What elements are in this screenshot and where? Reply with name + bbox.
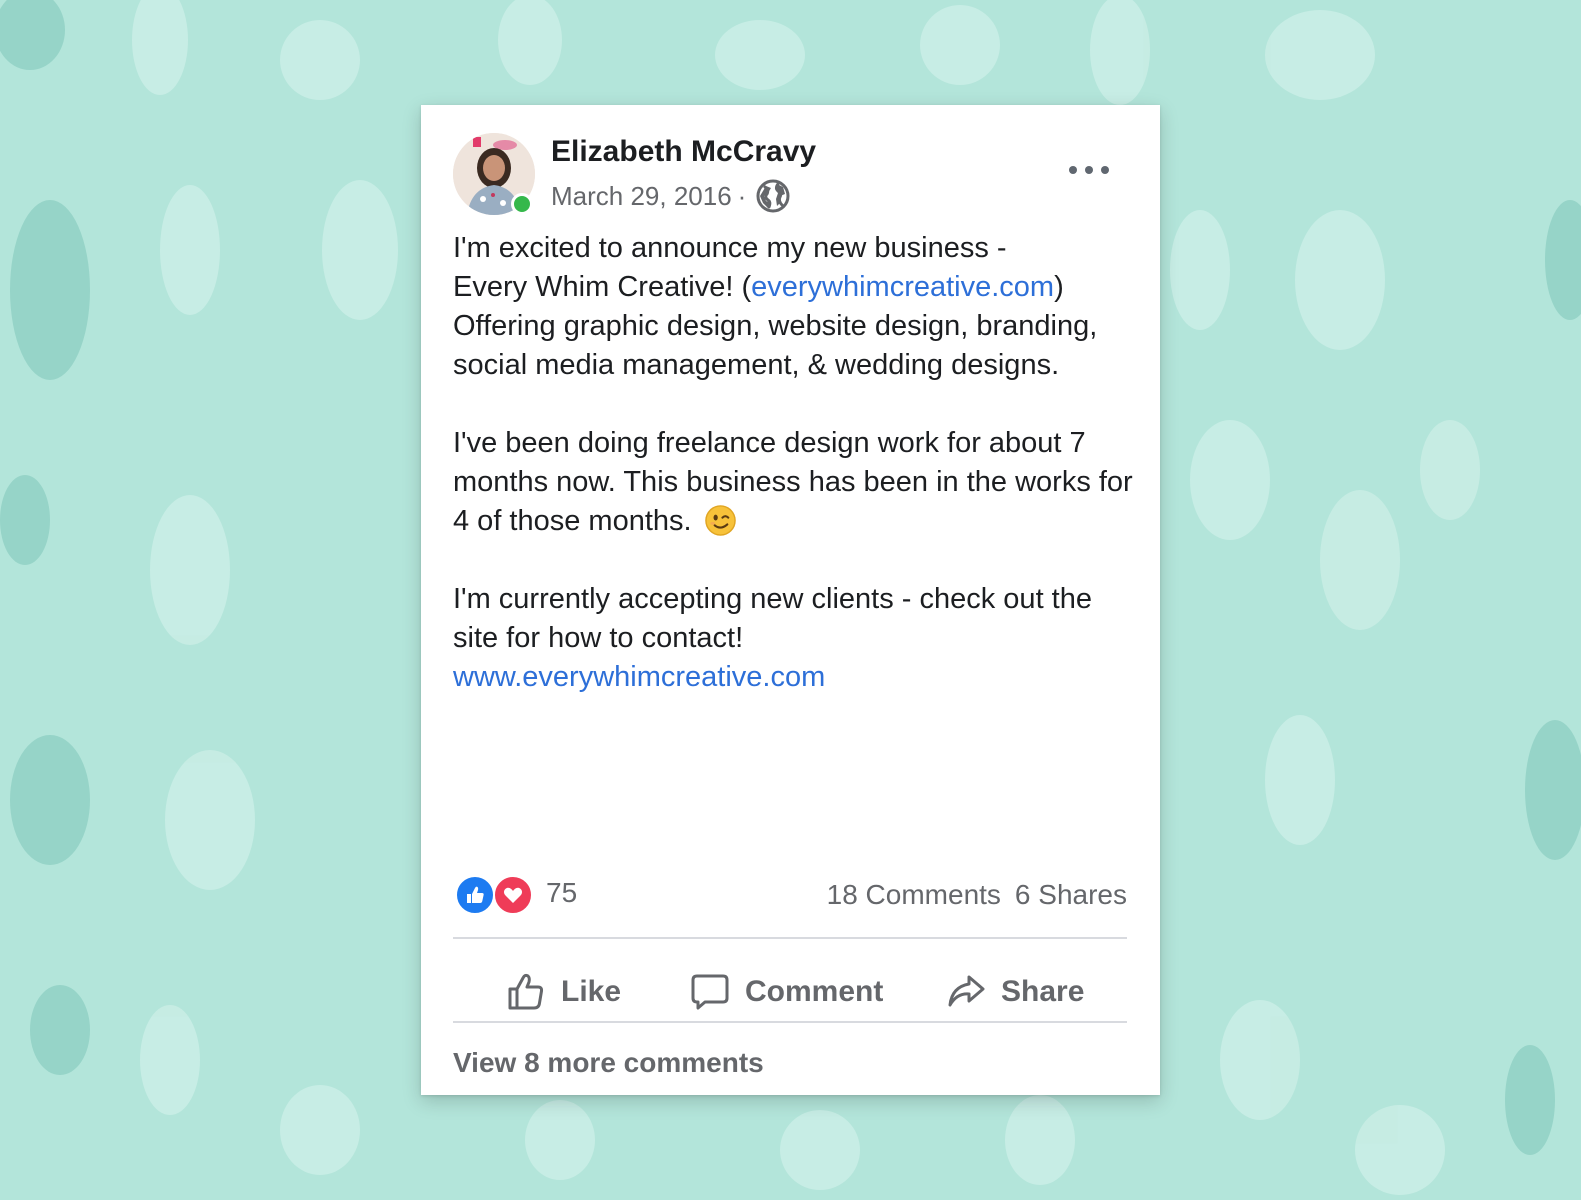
post-stats: 75 18 Comments 6 Shares: [453, 873, 1127, 917]
like-button[interactable]: Like: [505, 970, 621, 1014]
comment-label: Comment: [745, 975, 884, 1008]
post-paragraph-2: I've been doing freelance design work fo…: [453, 424, 1143, 541]
heart-icon: [503, 887, 523, 903]
facebook-post-card: Elizabeth McCravy March 29, 2016 · I'm e…: [421, 105, 1160, 1095]
paragraph-3-text: I'm currently accepting new clients - ch…: [453, 583, 1092, 654]
share-button[interactable]: Share: [945, 970, 1084, 1014]
post-body: I'm excited to announce my new business …: [453, 229, 1143, 736]
author-name[interactable]: Elizabeth McCravy: [551, 135, 816, 169]
reaction-count[interactable]: 75: [546, 877, 577, 909]
globe-icon[interactable]: [756, 179, 790, 213]
paragraph-2-text: I've been doing freelance design work fo…: [453, 427, 1133, 537]
view-more-comments-link[interactable]: View 8 more comments: [453, 1047, 764, 1079]
comments-count[interactable]: 18 Comments: [827, 879, 1001, 910]
online-status-indicator: [511, 193, 533, 215]
share-label: Share: [1001, 975, 1085, 1008]
paragraph-1-close-paren: ): [1054, 271, 1064, 303]
dot: [1069, 166, 1077, 174]
divider-bottom: [453, 1021, 1127, 1023]
shares-count[interactable]: 6 Shares: [1015, 879, 1127, 910]
thumbs-up-icon: [467, 886, 484, 903]
paragraph-1-line-2-text: Every Whim Creative! (: [453, 271, 752, 303]
like-label: Like: [561, 975, 622, 1008]
like-reaction-icon[interactable]: [455, 875, 495, 915]
love-reaction-icon[interactable]: [493, 875, 533, 915]
winking-face-emoji: [704, 505, 736, 536]
paragraph-1-services: Offering graphic design, website design,…: [453, 310, 1098, 381]
post-meta: March 29, 2016 ·: [551, 179, 790, 213]
business-link-footer[interactable]: www.everywhimcreative.com: [453, 661, 825, 693]
engagement-counts: 18 Comments 6 Shares: [827, 879, 1127, 911]
post-date[interactable]: March 29, 2016: [551, 181, 732, 212]
meta-separator: ·: [737, 180, 747, 211]
comment-bubble-icon: [691, 974, 729, 1010]
paragraph-1-line-1: I'm excited to announce my new business …: [453, 232, 1007, 264]
dot: [1101, 166, 1109, 174]
thumbs-up-outline-icon: [508, 973, 544, 1010]
divider-top: [453, 937, 1127, 939]
post-paragraph-3: I'm currently accepting new clients - ch…: [453, 580, 1143, 697]
post-paragraph-1: I'm excited to announce my new business …: [453, 229, 1143, 385]
more-options-icon[interactable]: [1069, 163, 1109, 177]
comment-button[interactable]: Comment: [689, 970, 883, 1014]
dot: [1085, 166, 1093, 174]
business-link-inline[interactable]: everywhimcreative.com: [751, 271, 1054, 303]
share-arrow-icon: [948, 975, 985, 1007]
